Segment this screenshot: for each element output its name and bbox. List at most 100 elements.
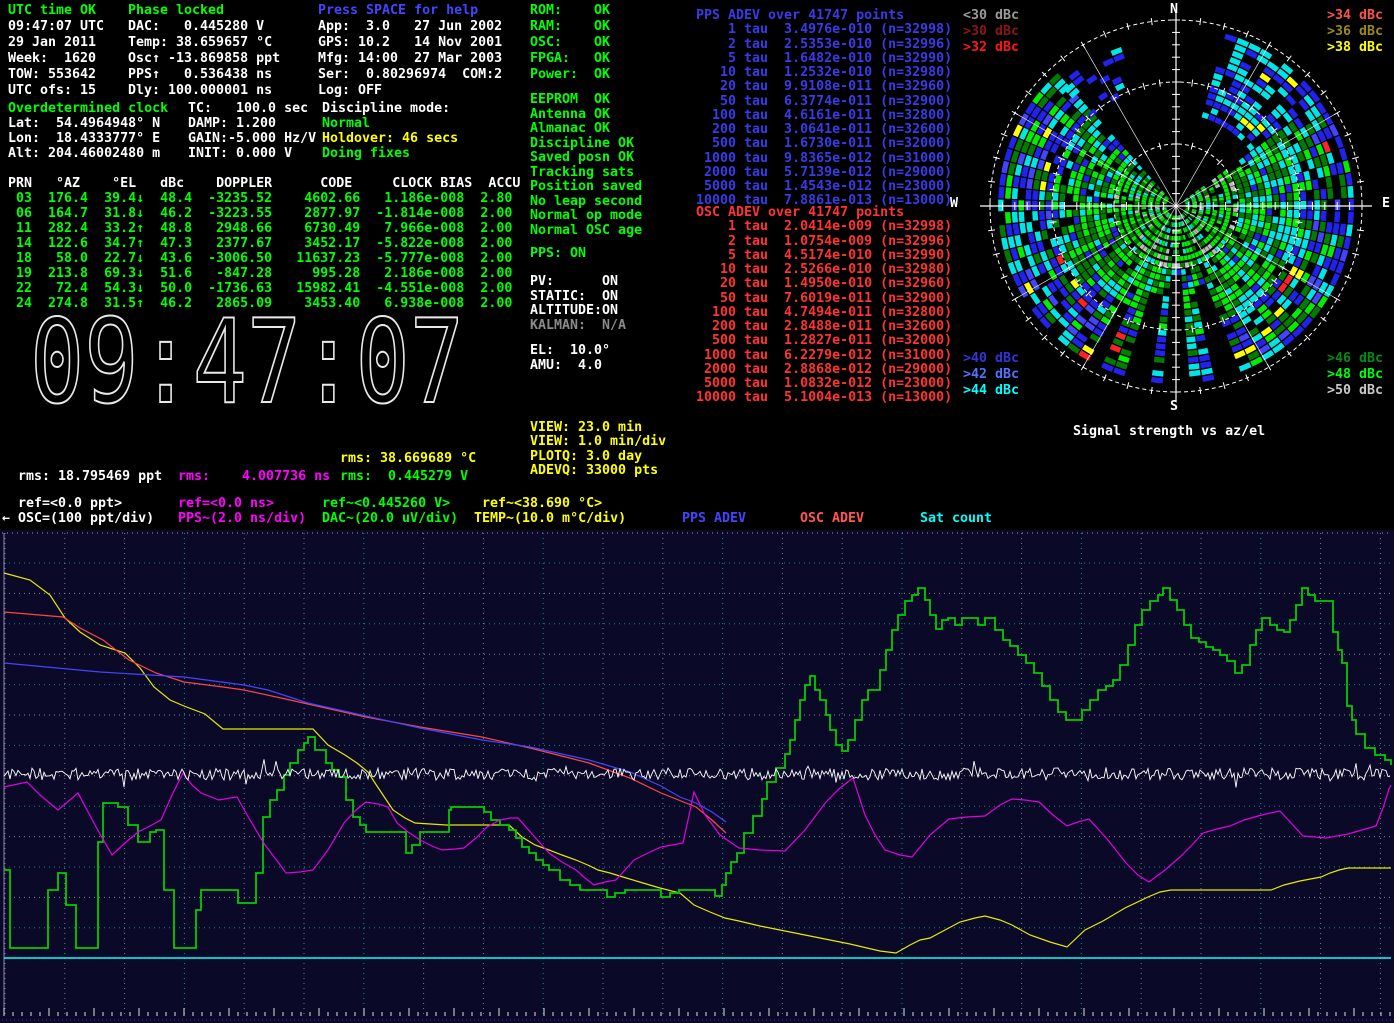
eeprom-status-line-5: Tracking sats bbox=[530, 165, 634, 180]
legend-osc-adev-line-0: OSC ADEV bbox=[800, 511, 864, 526]
discipline-mode-line-2: Holdover: 46 secs bbox=[322, 131, 458, 146]
adev-osc-row-8: 500 tau 1.2827e-011 (n=32000) bbox=[696, 333, 952, 348]
loop-params-line-0: TC: 100.0 sec bbox=[188, 101, 308, 116]
adev-osc-row-12: 10000 tau 5.1004e-013 (n=13000) bbox=[696, 390, 952, 405]
dbc-scale-sw-line-1: >42 dBc bbox=[963, 367, 1019, 382]
eeprom-status-line-7: No leap second bbox=[530, 194, 642, 209]
pps-state-line-0: PPS: ON bbox=[530, 246, 586, 261]
receiver-position-line-2: Lon: 18.4333777° E bbox=[8, 131, 160, 146]
view-settings-line-3: ADEVQ: 33000 pts bbox=[530, 463, 658, 478]
legend-sat-count-line-0: Sat count bbox=[920, 511, 992, 526]
polar-grid bbox=[980, 10, 1372, 402]
scale-pps-line-0: PPS~(2.0 ns/div) bbox=[178, 511, 306, 526]
adev-osc-row-5: 50 tau 7.6019e-011 (n=32900) bbox=[696, 291, 952, 306]
phase-status-line-1: DAC: 0.445280 V bbox=[128, 19, 264, 34]
adev-osc-row-2: 5 tau 4.5174e-010 (n=32990) bbox=[696, 248, 952, 263]
fix-modes-line-0: PV: ON bbox=[530, 274, 618, 289]
adev-osc-row-1: 2 tau 1.0754e-009 (n=32996) bbox=[696, 234, 952, 249]
sat-table-row-4: 18 58.0 22.7↓ 43.6 -3006.50 11637.23 -5.… bbox=[8, 251, 512, 266]
adev-pps-row-2: 5 tau 1.6482e-010 (n=32990) bbox=[696, 51, 952, 66]
big-clock: 09:47:07 bbox=[26, 312, 476, 416]
view-settings-line-2: PLOTQ: 3.0 day bbox=[530, 449, 642, 464]
sat-table-row-0: 03 176.4 39.4↓ 48.4 -3235.52 4602.66 1.1… bbox=[8, 191, 512, 206]
phase-status-line-3: Osc↑ -13.869858 ppt bbox=[128, 51, 280, 66]
eeprom-status-line-1: Antenna OK bbox=[530, 107, 610, 122]
selftest-status-line-4: Power: OK bbox=[530, 67, 610, 82]
eeprom-status-line-2: Almanac OK bbox=[530, 121, 610, 136]
dbc-scale-nw-line-2: >32 dBc bbox=[963, 40, 1019, 55]
mask-settings-line-0: EL: 10.0° bbox=[530, 343, 610, 358]
adev-pps-row-5: 50 tau 6.3774e-011 (n=32900) bbox=[696, 94, 952, 109]
eeprom-status-line-4: Saved posn OK bbox=[530, 150, 634, 165]
fix-modes-line-1: STATIC: ON bbox=[530, 289, 618, 304]
polar-south-label: S bbox=[1170, 399, 1178, 414]
phase-status-line-2: Temp: 38.659657 °C bbox=[128, 35, 272, 50]
help-version-line-1: App: 3.0 27 Jun 2002 bbox=[318, 19, 502, 34]
adev-osc-row-6: 100 tau 4.7494e-011 (n=32800) bbox=[696, 305, 952, 320]
sat-table-row-5: 19 213.8 69.3↓ 51.6 -847.28 995.28 2.186… bbox=[8, 266, 512, 281]
dbc-scale-ne-line-1: >36 dBc bbox=[1327, 24, 1383, 39]
phase-status-line-5: Dly: 100.000001 ns bbox=[128, 83, 272, 98]
adev-osc-row-9: 1000 tau 6.2279e-012 (n=31000) bbox=[696, 348, 952, 363]
adev-osc-row-10: 2000 tau 2.8868e-012 (n=29000) bbox=[696, 362, 952, 377]
adev-pps-row-7: 200 tau 3.0641e-011 (n=32600) bbox=[696, 122, 952, 137]
sat-table-row-6: 22 72.4 54.3↓ 50.0 -1736.63 15982.41 -4.… bbox=[8, 281, 512, 296]
utc-status-line-1: 09:47:07 UTC bbox=[8, 19, 104, 34]
ref-osc-line-0: ref=<0.0 ppt> bbox=[18, 496, 122, 511]
help-version-line-2: GPS: 10.2 14 Nov 2001 bbox=[318, 35, 502, 50]
adev-pps-row-0: 1 tau 3.4976e-010 (n=32998) bbox=[696, 22, 952, 37]
adev-pps-row-6: 100 tau 4.6161e-011 (n=32800) bbox=[696, 108, 952, 123]
adev-osc-row-7: 200 tau 2.8488e-011 (n=32600) bbox=[696, 319, 952, 334]
utc-status-line-5: UTC ofs: 15 bbox=[8, 83, 96, 98]
selftest-status-line-1: RAM: OK bbox=[530, 19, 610, 34]
rms-temp-line-0: rms: 38.669689 °C bbox=[340, 451, 476, 466]
adev-pps-row-9: 1000 tau 9.8365e-012 (n=31000) bbox=[696, 151, 952, 166]
eeprom-status-line-0: EEPROM OK bbox=[530, 92, 610, 107]
scale-osc-line-0: ← OSC=(100 ppt/div) bbox=[2, 511, 154, 526]
ref-temp-line-0: ref~<38.690 °C> bbox=[482, 496, 602, 511]
eeprom-status-line-9: Normal OSC age bbox=[530, 223, 642, 238]
strip-chart bbox=[0, 530, 1394, 1023]
adev-osc-row-11: 5000 tau 1.0832e-012 (n=23000) bbox=[696, 376, 952, 391]
dbc-scale-sw-line-0: >40 dBc bbox=[963, 351, 1019, 366]
adev-pps-row-8: 500 tau 1.6730e-011 (n=32000) bbox=[696, 136, 952, 151]
adev-pps-row-11: 5000 tau 1.4543e-012 (n=23000) bbox=[696, 179, 952, 194]
eeprom-status-line-3: Discipline OK bbox=[530, 136, 634, 151]
fix-modes-line-3: KALMAN: N/A bbox=[530, 318, 626, 333]
loop-params-line-1: DAMP: 1.200 bbox=[188, 116, 276, 131]
utc-status-line-4: TOW: 553642 bbox=[8, 67, 96, 82]
adev-osc-title: OSC ADEV over 41747 points bbox=[696, 205, 904, 220]
loop-params-line-3: INIT: 0.000 V bbox=[188, 146, 292, 161]
scale-temp-line-0: TEMP~(10.0 m°C/div) bbox=[474, 511, 626, 526]
help-version-line-4: Ser: 0.80296974 COM:2 bbox=[318, 67, 502, 82]
selftest-status-line-3: FPGA: OK bbox=[530, 51, 610, 66]
lady-heather-screen: UTC time OK09:47:07 UTC29 Jan 2011Week: … bbox=[0, 0, 1394, 1023]
rms-osc-line-0: rms: 18.795469 ppt bbox=[18, 469, 162, 484]
view-settings-line-0: VIEW: 23.0 min bbox=[530, 420, 642, 435]
receiver-position-line-0: Overdetermined clock bbox=[8, 101, 168, 116]
ref-pps-line-0: ref=<0.0 ns> bbox=[178, 496, 274, 511]
polar-east-label: E bbox=[1382, 196, 1390, 211]
dbc-scale-ne-line-0: >34 dBc bbox=[1327, 8, 1383, 23]
adev-osc-row-4: 20 tau 1.4950e-010 (n=32960) bbox=[696, 276, 952, 291]
loop-params-line-2: GAIN:-5.000 Hz/V bbox=[188, 131, 316, 146]
sat-table-header: PRN °AZ °EL dBc DOPPLER CODE CLOCK BIAS … bbox=[8, 176, 520, 191]
adev-pps-row-4: 20 tau 9.9108e-011 (n=32960) bbox=[696, 79, 952, 94]
discipline-mode-line-1: Normal bbox=[322, 116, 370, 131]
discipline-mode-line-3: Doing fixes bbox=[322, 146, 410, 161]
legend-pps-adev-line-0: PPS ADEV bbox=[682, 511, 746, 526]
dbc-scale-nw-line-1: >30 dBc bbox=[963, 24, 1019, 39]
discipline-mode-line-0: Discipline mode: bbox=[322, 101, 450, 116]
selftest-status-line-2: OSC: OK bbox=[530, 35, 610, 50]
receiver-position-line-1: Lat: 54.4964948° N bbox=[8, 116, 160, 131]
adev-pps-row-3: 10 tau 1.2532e-010 (n=32980) bbox=[696, 65, 952, 80]
rms-dac-line-0: rms: 0.445279 V bbox=[340, 469, 468, 484]
adev-osc-row-3: 10 tau 2.5266e-010 (n=32980) bbox=[696, 262, 952, 277]
eeprom-status-line-8: Normal op mode bbox=[530, 208, 642, 223]
phase-status-line-4: PPS↑ 0.536438 ns bbox=[128, 67, 272, 82]
dbc-scale-se-line-1: >48 dBc bbox=[1327, 367, 1383, 382]
mask-settings-line-1: AMU: 4.0 bbox=[530, 358, 602, 373]
view-settings-line-1: VIEW: 1.0 min/div bbox=[530, 434, 666, 449]
ref-dac-line-0: ref~<0.445260 V> bbox=[322, 496, 450, 511]
receiver-position-line-3: Alt: 204.46002480 m bbox=[8, 146, 160, 161]
